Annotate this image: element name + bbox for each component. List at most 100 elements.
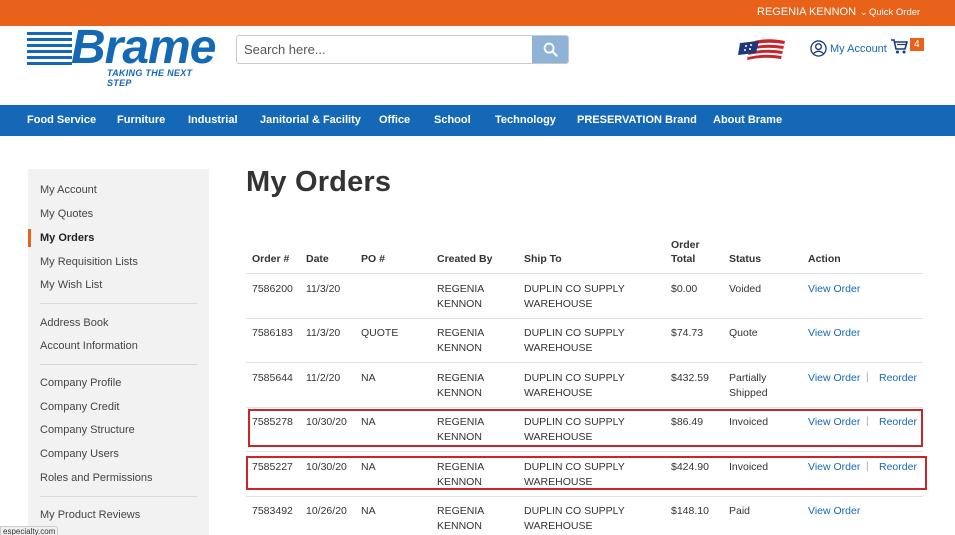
created-by-last: KENNON xyxy=(437,519,482,532)
logo-stripes xyxy=(27,32,72,68)
column-header-order-total-line2: Total xyxy=(671,253,696,265)
sidebar-item-company-users[interactable]: Company Users xyxy=(40,448,119,460)
ship-to-line1: DUPLIN CO SUPPLY xyxy=(524,505,625,517)
main-navigation: Food Service Furniture Industrial Janito… xyxy=(0,105,955,136)
cart-count-badge: 4 xyxy=(910,38,924,51)
created-by-first: REGENIA xyxy=(437,505,485,517)
page-title: My Orders xyxy=(246,166,392,198)
cart-button[interactable]: 4 xyxy=(890,38,924,54)
account-sidebar: My Account My Quotes My Orders My Requis… xyxy=(28,169,209,535)
column-header-po[interactable]: PO # xyxy=(361,252,385,266)
action-separator: | xyxy=(866,372,869,383)
logo-tagline: TAKING THE NEXT STEP xyxy=(107,68,193,88)
sidebar-item-address-book[interactable]: Address Book xyxy=(40,317,108,329)
order-status-line2: Shipped xyxy=(729,386,768,399)
created-by: REGENIA KENNON xyxy=(437,326,484,355)
column-header-status[interactable]: Status xyxy=(729,252,761,266)
sidebar-divider xyxy=(40,364,197,365)
my-account-link[interactable]: My Account xyxy=(810,40,887,57)
sidebar-item-my-quotes[interactable]: My Quotes xyxy=(40,208,93,220)
column-header-ship-to[interactable]: Ship To xyxy=(524,252,562,266)
created-by-last: KENNON xyxy=(437,386,482,399)
sidebar-item-company-profile[interactable]: Company Profile xyxy=(40,377,121,389)
status-bar-url: especialty.com xyxy=(0,526,58,535)
ship-to: DUPLIN CO SUPPLY WAREHOUSE xyxy=(524,504,625,533)
order-status: Quote xyxy=(729,327,758,339)
sidebar-item-my-product-reviews[interactable]: My Product Reviews xyxy=(40,509,140,521)
order-number: 7585644 xyxy=(252,372,293,384)
row-divider xyxy=(246,318,923,319)
nav-janitorial-facility[interactable]: Janitorial & Facility xyxy=(260,114,361,126)
sidebar-divider xyxy=(40,496,197,497)
sidebar-item-my-orders[interactable]: My Orders xyxy=(40,232,94,244)
view-order-link[interactable]: View Order xyxy=(808,282,860,297)
ship-to: DUPLIN CO SUPPLY WAREHOUSE xyxy=(524,371,625,400)
view-order-link[interactable]: View Order xyxy=(808,504,860,519)
reorder-link[interactable]: Reorder xyxy=(879,371,917,386)
column-header-order-total[interactable]: Order Total xyxy=(671,238,700,266)
site-header: Brame TAKING THE NEXT STEP My Account xyxy=(0,22,955,105)
order-date: 11/3/20 xyxy=(306,327,341,339)
created-by: REGENIA KENNON xyxy=(437,504,484,533)
search-bar xyxy=(236,35,569,64)
sidebar-item-account-information[interactable]: Account Information xyxy=(40,340,138,352)
nav-office[interactable]: Office xyxy=(379,114,410,126)
order-number: 7586183 xyxy=(252,327,293,339)
sidebar-item-my-account[interactable]: My Account xyxy=(40,184,97,196)
nav-school[interactable]: School xyxy=(434,114,471,126)
order-status: Partially Shipped xyxy=(729,371,768,400)
nav-preservation-brand[interactable]: PRESERVATION Brand xyxy=(577,114,697,126)
ship-to-line1: DUPLIN CO SUPPLY xyxy=(524,372,625,384)
user-menu[interactable]: REGENIA KENNON ⌄ xyxy=(757,6,868,18)
table-header-divider xyxy=(246,273,923,274)
sidebar-item-roles-and-permissions[interactable]: Roles and Permissions xyxy=(40,472,153,484)
nav-technology[interactable]: Technology xyxy=(495,114,556,126)
nav-food-service[interactable]: Food Service xyxy=(27,114,96,126)
highlight-box-row-7585278 xyxy=(248,409,923,447)
view-order-link[interactable]: View Order xyxy=(808,371,860,386)
created-by: REGENIA KENNON xyxy=(437,371,484,400)
view-order-link[interactable]: View Order xyxy=(808,326,860,341)
po-number: QUOTE xyxy=(361,327,399,339)
sidebar-item-my-wish-list[interactable]: My Wish List xyxy=(40,279,102,291)
column-header-order[interactable]: Order # xyxy=(252,252,289,266)
search-button[interactable] xyxy=(532,36,568,63)
american-flag-logo[interactable] xyxy=(737,37,787,63)
ship-to-line2: WAREHOUSE xyxy=(524,297,593,310)
column-header-created-by[interactable]: Created By xyxy=(437,252,492,266)
sidebar-item-company-structure[interactable]: Company Structure xyxy=(40,424,135,436)
column-header-action: Action xyxy=(808,253,841,265)
created-by-last: KENNON xyxy=(437,297,482,310)
ship-to-line2: WAREHOUSE xyxy=(524,341,593,354)
order-total: $432.59 xyxy=(671,372,709,384)
order-total: $0.00 xyxy=(671,283,698,295)
column-header-date[interactable]: Date xyxy=(306,252,329,266)
order-status: Voided xyxy=(729,283,762,295)
nav-furniture[interactable]: Furniture xyxy=(117,114,165,126)
ship-to-line2: WAREHOUSE xyxy=(524,519,593,532)
created-by-first: REGENIA xyxy=(437,327,485,339)
created-by: REGENIA KENNON xyxy=(437,282,484,311)
sidebar-item-company-credit[interactable]: Company Credit xyxy=(40,401,119,413)
search-icon xyxy=(543,42,558,57)
ship-to: DUPLIN CO SUPPLY WAREHOUSE xyxy=(524,326,625,355)
order-total: $74.73 xyxy=(671,327,704,339)
nav-industrial[interactable]: Industrial xyxy=(188,114,238,126)
order-status: Paid xyxy=(729,505,751,517)
brame-logo[interactable]: Brame TAKING THE NEXT STEP xyxy=(27,22,216,88)
search-input[interactable] xyxy=(237,36,532,63)
order-date: 11/3/20 xyxy=(306,283,341,295)
user-icon xyxy=(810,40,827,57)
sidebar-divider xyxy=(40,303,197,304)
quick-order-link[interactable]: Quick Order xyxy=(869,7,920,18)
row-divider xyxy=(246,362,923,363)
sidebar-item-my-requisition-lists[interactable]: My Requisition Lists xyxy=(40,256,138,268)
active-item-indicator xyxy=(28,229,31,247)
ship-to-line2: WAREHOUSE xyxy=(524,386,593,399)
shopping-cart-icon xyxy=(891,39,908,54)
nav-about-brame[interactable]: About Brame xyxy=(713,114,782,126)
logo-wordmark: Brame xyxy=(71,21,216,74)
ship-to-line1: DUPLIN CO SUPPLY xyxy=(524,283,625,295)
column-header-order-total-line1: Order xyxy=(671,239,700,251)
my-account-label: My Account xyxy=(830,42,887,55)
